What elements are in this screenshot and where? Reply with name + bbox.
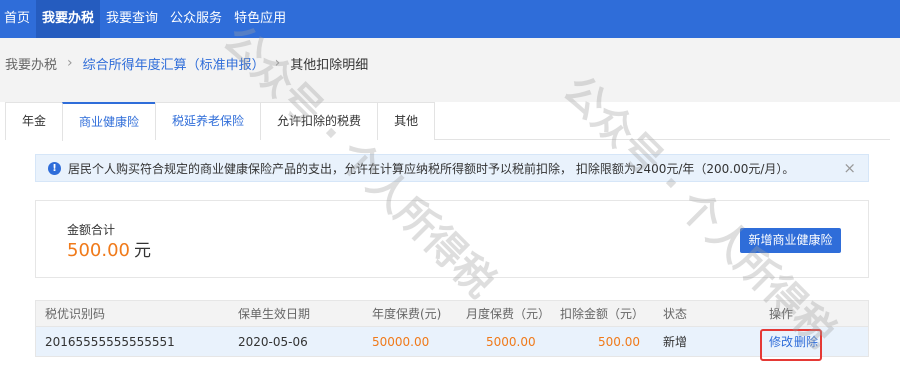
top-nav: 首页 我要办税 我要查询 公众服务 特色应用 [0,0,900,38]
total-amount: 500.00 元 [67,236,151,261]
tab-health-insurance[interactable]: 商业健康险 [62,102,156,141]
nav-query[interactable]: 我要查询 [100,0,164,38]
header-actions: 操作 [769,307,794,321]
tab-deductible-taxes[interactable]: 允许扣除的税费 [260,102,378,140]
table-row: 20165555555555551 2020-05-06 50000.00 50… [35,327,869,357]
header-monthly: 月度保费（元） [466,307,551,321]
table-header: 税优识别码 保单生效日期 年度保费(元) 月度保费（元） 扣除金额（元） 状态 … [35,300,869,327]
deduction-tabs: 年金 商业健康险 税延养老保险 允许扣除的税费 其他 [5,102,890,141]
actions-highlight-box [760,329,822,361]
cell-monthly: 5000.00 [486,335,536,349]
tab-deferred-pension[interactable]: 税延养老保险 [155,102,261,140]
nav-public-service[interactable]: 公众服务 [164,0,228,38]
divider-strip [0,88,900,102]
tab-annuity[interactable]: 年金 [5,102,63,140]
summary-card: 金额合计 500.00 元 新增商业健康险 [35,200,869,278]
breadcrumb-annual-settlement[interactable]: 综合所得年度汇算（标准申报） [83,54,265,73]
add-health-insurance-button[interactable]: 新增商业健康险 [740,228,841,253]
total-amount-unit: 元 [133,241,151,261]
header-deduct: 扣除金额（元） [560,307,645,321]
breadcrumb-current: 其他扣除明细 [290,57,369,73]
header-status: 状态 [663,307,688,321]
cell-status: 新增 [663,335,688,349]
cell-code: 20165555555555551 [45,335,175,349]
breadcrumb-tax-handling[interactable]: 我要办税 [5,54,57,73]
header-date: 保单生效日期 [238,307,311,321]
breadcrumb: 我要办税 › 综合所得年度汇算（标准申报） › 其他扣除明细 [0,38,900,88]
header-code: 税优识别码 [45,307,106,321]
nav-tax-handling[interactable]: 我要办税 [36,0,101,38]
insurance-table: 税优识别码 保单生效日期 年度保费(元) 月度保费（元） 扣除金额（元） 状态 … [35,300,869,361]
chevron-right-icon: › [67,55,73,71]
info-icon: ! [48,161,61,175]
close-icon[interactable]: × [843,160,856,176]
cell-annual: 50000.00 [372,335,430,349]
notice-text: 居民个人购买符合规定的商业健康保险产品的支出，允许在计算应纳税所得额时予以税前扣… [68,161,795,176]
chevron-right-icon: › [274,55,281,71]
total-amount-value: 500.00 [67,240,130,261]
nav-featured-apps[interactable]: 特色应用 [228,0,292,38]
nav-home[interactable]: 首页 [0,0,36,38]
cell-deduct: 500.00 [598,335,640,349]
notice-banner: ! 居民个人购买符合规定的商业健康保险产品的支出，允许在计算应纳税所得额时予以税… [35,154,869,182]
header-annual: 年度保费(元) [372,307,442,321]
cell-date: 2020-05-06 [238,335,308,349]
tab-other[interactable]: 其他 [377,102,436,140]
